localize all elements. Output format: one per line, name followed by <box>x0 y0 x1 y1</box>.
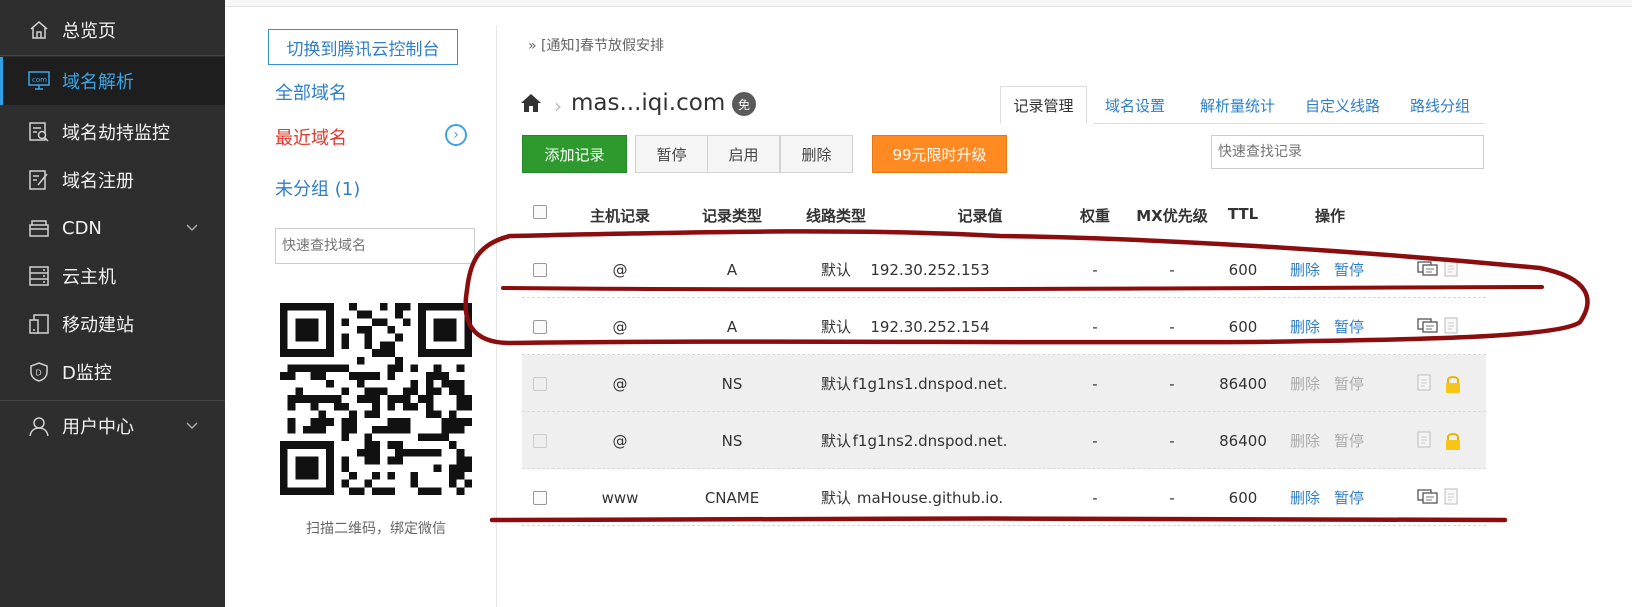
annotation-marks <box>463 229 1590 523</box>
